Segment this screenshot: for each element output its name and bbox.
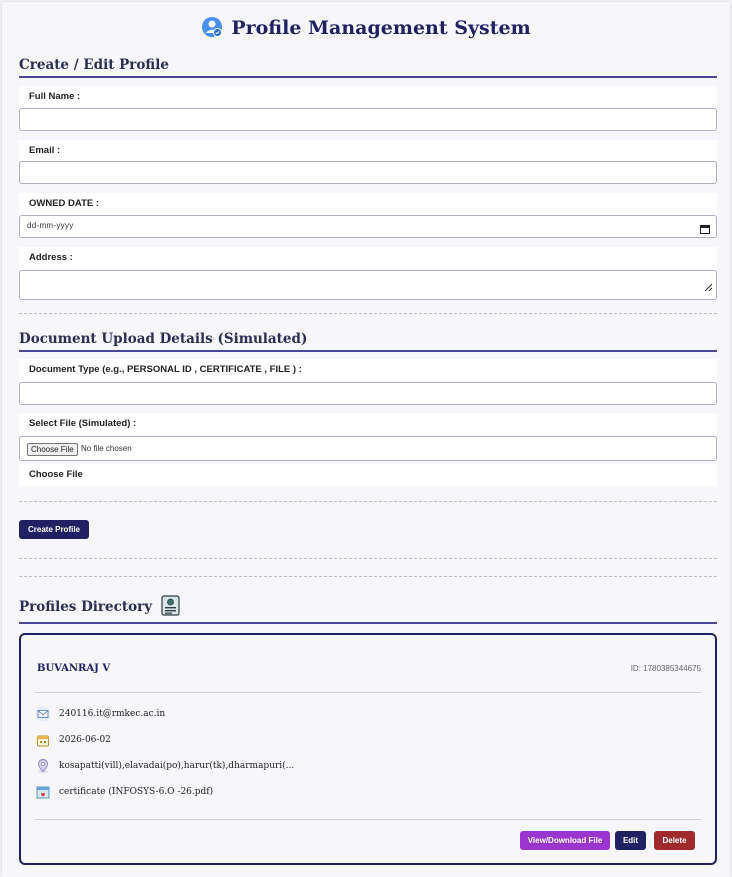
- divider: [19, 576, 717, 577]
- resize-handle-icon[interactable]: [703, 279, 713, 297]
- document-type-label: Document Type (e.g., PERSONAL ID , CERTI…: [19, 359, 717, 381]
- profile-id: ID: 1780385344675: [630, 664, 701, 673]
- full-name-input[interactable]: [19, 108, 717, 131]
- section-document-upload: Document Upload Details (Simulated): [19, 331, 717, 352]
- delete-button[interactable]: Delete: [654, 831, 695, 850]
- edit-button[interactable]: Edit: [615, 831, 646, 850]
- divider: [19, 313, 717, 314]
- card-divider: [35, 819, 701, 820]
- card-divider: [35, 692, 701, 693]
- profile-document-row: certificate (INFOSYS-6.O -26.pdf): [35, 784, 213, 800]
- section-profiles-directory: Profiles Directory: [19, 595, 717, 624]
- email-input[interactable]: [19, 161, 717, 184]
- select-file-label: Select File (Simulated) :: [19, 413, 717, 435]
- divider: [19, 558, 717, 559]
- create-profile-button[interactable]: Create Profile: [19, 520, 89, 539]
- section-create-edit: Create / Edit Profile: [19, 57, 717, 78]
- profile-name: BUVANRAJ V: [37, 663, 111, 674]
- calendar-icon[interactable]: [700, 221, 710, 239]
- app-title: Profile Management System: [2, 16, 730, 43]
- date-placeholder: dd-mm-yyyy: [27, 221, 74, 230]
- profile-date-row: 2026-06-02: [35, 732, 111, 748]
- email-label: Email :: [19, 140, 717, 162]
- choose-file-button[interactable]: Choose File: [27, 443, 78, 456]
- profiles-directory-title: Profiles Directory: [19, 599, 153, 615]
- choose-file-caption: Choose File: [19, 464, 717, 486]
- owned-date-input[interactable]: dd-mm-yyyy: [19, 215, 717, 238]
- profile-address: kosapatti(vill),elavadai(po),harur(tk),d…: [59, 761, 295, 771]
- owned-date-label: OWNED DATE :: [19, 193, 717, 215]
- app-title-text: Profile Management System: [231, 17, 531, 39]
- full-name-label: Full Name :: [19, 86, 717, 108]
- document-icon: [35, 784, 51, 800]
- calendar-icon: [35, 732, 51, 748]
- file-status: No file chosen: [81, 444, 132, 453]
- id-card-icon: [161, 595, 180, 620]
- page: Profile Management System Create / Edit …: [2, 2, 730, 877]
- view-download-button[interactable]: View/Download File: [520, 831, 610, 850]
- profile-email: 240116.it@rmkec.ac.in: [59, 709, 166, 719]
- user-profile-icon: [201, 16, 223, 43]
- divider: [19, 501, 717, 502]
- profile-date: 2026-06-02: [59, 735, 111, 745]
- email-icon: [35, 706, 51, 722]
- document-type-input[interactable]: [19, 382, 717, 405]
- profile-card: BUVANRAJ V ID: 1780385344675 240116.it@r…: [19, 633, 717, 865]
- location-pin-icon: [35, 758, 51, 774]
- address-label: Address :: [19, 247, 717, 269]
- address-textarea[interactable]: [19, 270, 717, 300]
- profile-document: certificate (INFOSYS-6.O -26.pdf): [59, 787, 214, 797]
- file-input[interactable]: Choose File No file chosen: [19, 436, 717, 461]
- profile-email-row: 240116.it@rmkec.ac.in: [35, 706, 165, 722]
- profile-address-row: kosapatti(vill),elavadai(po),harur(tk),d…: [35, 758, 294, 774]
